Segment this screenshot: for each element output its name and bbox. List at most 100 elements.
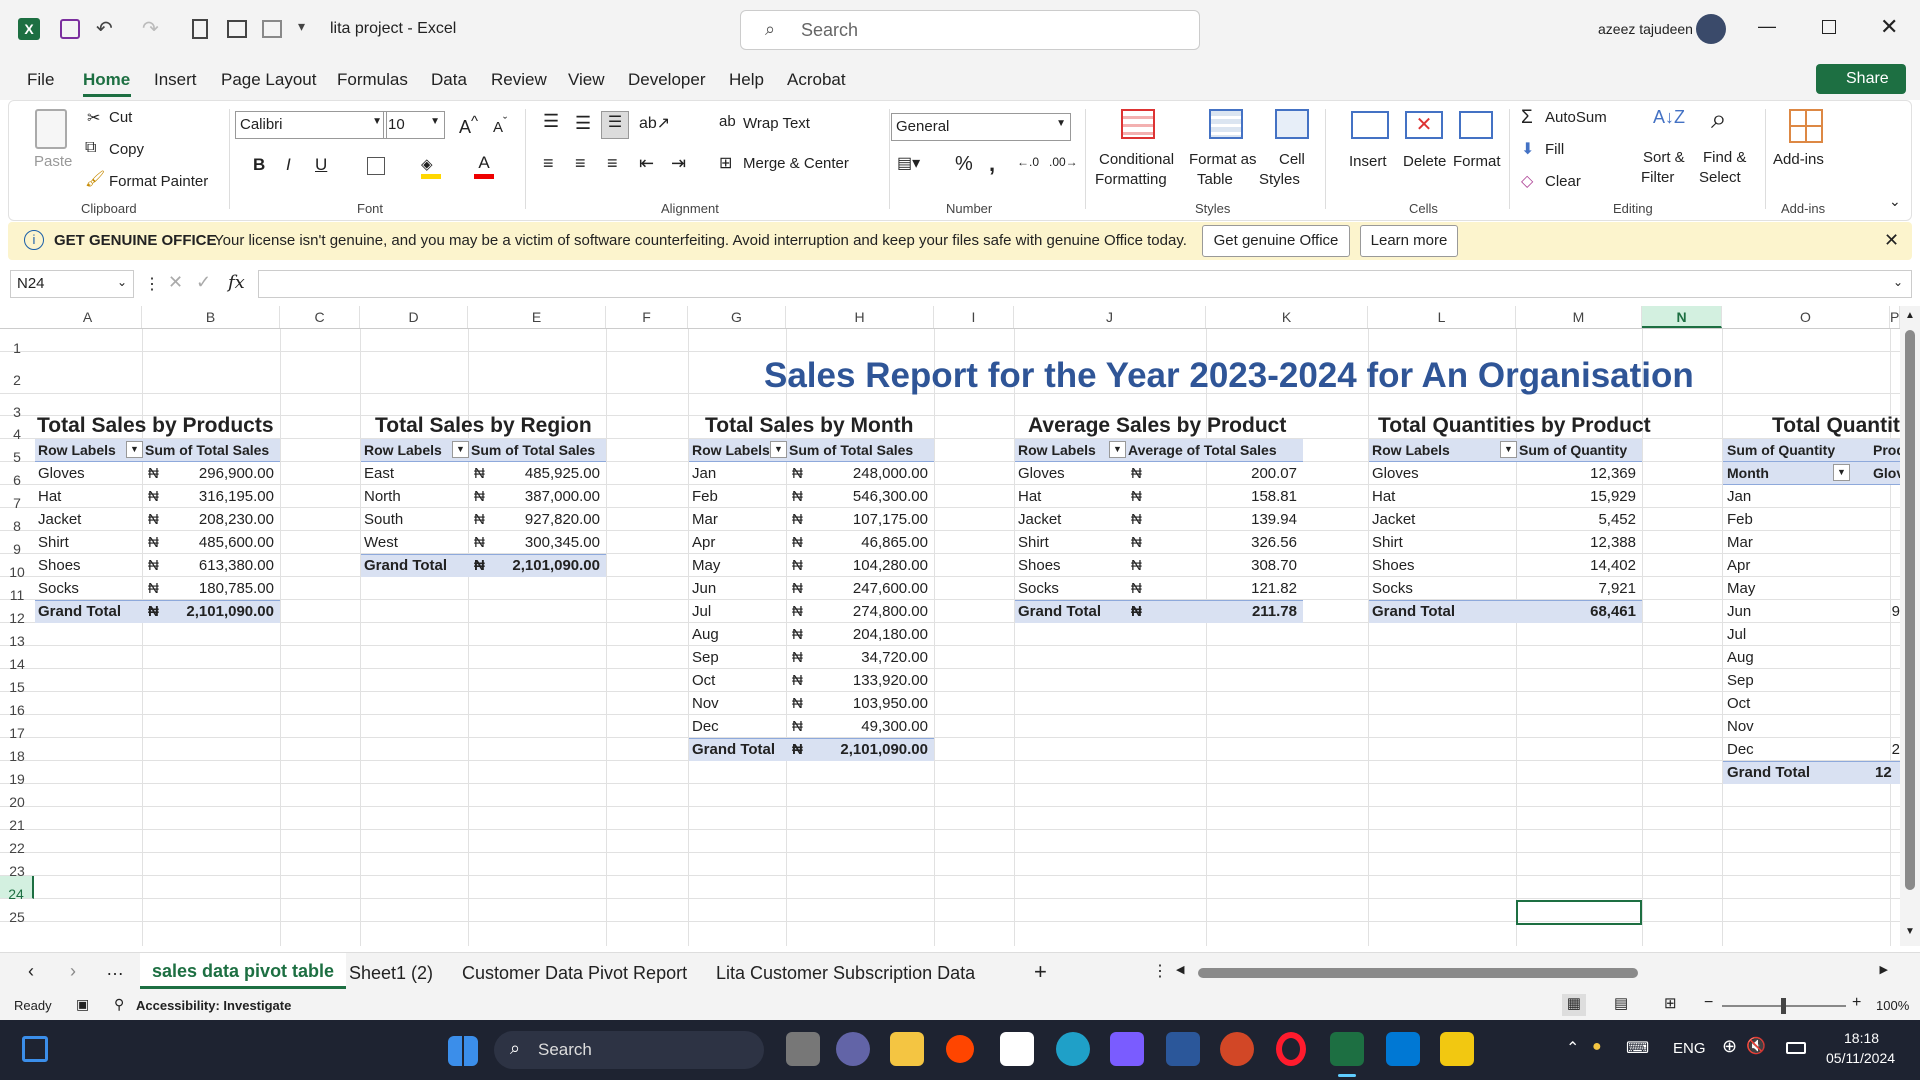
row-header-15[interactable]: 15 bbox=[0, 669, 34, 695]
pivot-row-value[interactable]: 247,600.00 bbox=[786, 577, 928, 600]
pivot-row-label[interactable]: Jul bbox=[692, 600, 783, 623]
pivot-row-value[interactable]: 158.81 bbox=[1125, 485, 1297, 508]
normal-view-icon[interactable]: ▦ bbox=[1562, 994, 1586, 1016]
next-sheet-icon[interactable]: › bbox=[70, 961, 76, 982]
pivot-row-label[interactable]: South bbox=[364, 508, 465, 531]
word-icon[interactable] bbox=[1166, 1032, 1200, 1066]
format-as-table-icon[interactable] bbox=[1209, 109, 1243, 139]
pivot-row-label[interactable]: Jacket bbox=[1018, 508, 1122, 531]
pivot-row-value[interactable]: 133,920.00 bbox=[786, 669, 928, 692]
pivot-row-value-partial[interactable]: 9 bbox=[1880, 600, 1900, 623]
powerpoint-icon[interactable] bbox=[1220, 1032, 1254, 1066]
scrollbar-thumb[interactable] bbox=[1905, 330, 1915, 890]
share-button[interactable]: Share bbox=[1816, 64, 1906, 94]
pivot-row-label[interactable]: Jun bbox=[692, 577, 783, 600]
pivot-row-label[interactable]: Jan bbox=[692, 462, 783, 485]
collapse-ribbon-icon[interactable]: ⌄ bbox=[1889, 193, 1901, 210]
pivot-row-value[interactable]: 14,402 bbox=[1516, 554, 1636, 577]
insert-cells-button[interactable]: Insert bbox=[1349, 153, 1387, 170]
pivot-row-label[interactable]: Dec bbox=[692, 715, 783, 738]
pivot-row-value[interactable]: 104,280.00 bbox=[786, 554, 928, 577]
form-icon[interactable] bbox=[227, 20, 247, 38]
menu-insert[interactable]: Insert bbox=[154, 70, 197, 90]
wrap-text-button[interactable]: Wrap Text bbox=[743, 115, 810, 132]
row-header-6[interactable]: 6 bbox=[0, 462, 34, 488]
delete-cells-icon[interactable]: ✕ bbox=[1405, 111, 1443, 139]
keyboard-icon[interactable]: ⌨ bbox=[1626, 1038, 1649, 1058]
bold-button[interactable]: B bbox=[253, 155, 265, 175]
battery-icon[interactable] bbox=[1786, 1042, 1806, 1054]
menu-home[interactable]: Home bbox=[83, 70, 130, 90]
pivot-row-label[interactable]: Mar bbox=[692, 508, 783, 531]
pivot-row-label[interactable]: Shoes bbox=[38, 554, 139, 577]
learn-more-button[interactable]: Learn more bbox=[1360, 225, 1458, 257]
pivot-row-label[interactable]: Apr bbox=[692, 531, 783, 554]
row-header-12[interactable]: 12 bbox=[0, 600, 34, 626]
pivot-row-label[interactable]: Oct bbox=[1727, 692, 1847, 715]
tray-app-icon[interactable]: ● bbox=[1592, 1038, 1602, 1056]
merge-center-button[interactable]: Merge & Center bbox=[743, 155, 849, 172]
pivot-row-label[interactable]: Aug bbox=[692, 623, 783, 646]
sheet-tab[interactable]: Customer Data Pivot Report bbox=[462, 963, 687, 984]
excel-taskbar-icon[interactable] bbox=[1330, 1032, 1364, 1066]
pivot-row-label[interactable]: Sep bbox=[1727, 669, 1847, 692]
insert-cells-icon[interactable] bbox=[1351, 111, 1389, 139]
row-header-2[interactable]: 2 bbox=[0, 352, 34, 394]
pivot-row-label[interactable]: Aug bbox=[1727, 646, 1847, 669]
opera-icon[interactable] bbox=[1276, 1032, 1306, 1066]
row-header-7[interactable]: 7 bbox=[0, 485, 34, 511]
teams-icon[interactable] bbox=[836, 1032, 870, 1066]
delete-cells-button[interactable]: Delete bbox=[1403, 153, 1446, 170]
pivot-row-value[interactable]: 180,785.00 bbox=[142, 577, 274, 600]
align-middle-icon[interactable]: ☰ bbox=[575, 113, 591, 134]
row-header-5[interactable]: 5 bbox=[0, 439, 34, 465]
volume-icon[interactable]: 🔇 bbox=[1746, 1036, 1766, 1056]
pivot-row-value[interactable]: 485,600.00 bbox=[142, 531, 274, 554]
zoom-slider-thumb[interactable] bbox=[1781, 998, 1786, 1014]
zoom-in-icon[interactable]: + bbox=[1852, 994, 1861, 1012]
decrease-font-icon[interactable]: Aˇ bbox=[493, 115, 507, 136]
minimize-button[interactable]: — bbox=[1758, 16, 1776, 37]
copilot-icon[interactable] bbox=[1110, 1032, 1144, 1066]
autosum-button[interactable]: AutoSum bbox=[1545, 109, 1607, 126]
pivot-row-label[interactable]: Feb bbox=[692, 485, 783, 508]
selected-cell[interactable] bbox=[1516, 900, 1642, 925]
pivot-row-value[interactable]: 12,369 bbox=[1516, 462, 1636, 485]
pivot-row-label[interactable]: Gloves bbox=[1018, 462, 1122, 485]
column-header-e[interactable]: E bbox=[468, 306, 606, 328]
pivot-row-label[interactable]: Gloves bbox=[1372, 462, 1513, 485]
pivot-row-label[interactable]: Shirt bbox=[38, 531, 139, 554]
more-sheets-icon[interactable]: … bbox=[106, 959, 124, 980]
pivot-row-label[interactable]: Gloves bbox=[38, 462, 139, 485]
pivot-row-label[interactable]: Nov bbox=[1727, 715, 1847, 738]
clock-date[interactable]: 05/11/2024 bbox=[1826, 1050, 1895, 1066]
format-painter-button[interactable]: Format Painter bbox=[109, 173, 208, 190]
powerbi-icon[interactable] bbox=[1440, 1032, 1474, 1066]
pivot-row-value[interactable]: 927,820.00 bbox=[468, 508, 600, 531]
pivot-row-label[interactable]: Jacket bbox=[1372, 508, 1513, 531]
customize-toolbar-icon[interactable]: ▾ bbox=[298, 18, 305, 35]
filter-dropdown-icon[interactable]: ▼ bbox=[1109, 441, 1126, 458]
column-header-k[interactable]: K bbox=[1206, 306, 1368, 328]
get-genuine-button[interactable]: Get genuine Office bbox=[1202, 225, 1350, 257]
conditional-formatting-button[interactable]: Conditional bbox=[1099, 151, 1174, 168]
pivot-row-value[interactable]: 200.07 bbox=[1125, 462, 1297, 485]
fill-color-icon[interactable]: ◈ bbox=[421, 155, 441, 179]
column-header-f[interactable]: F bbox=[606, 306, 688, 328]
vscode-icon[interactable] bbox=[1386, 1032, 1420, 1066]
pivot-row-value[interactable]: 15,929 bbox=[1516, 485, 1636, 508]
tray-chevron-icon[interactable]: ⌃ bbox=[1566, 1038, 1579, 1058]
column-header-h[interactable]: H bbox=[786, 306, 934, 328]
cancel-icon[interactable]: ✕ bbox=[168, 272, 183, 293]
pivot-row-label[interactable]: Jun bbox=[1727, 600, 1847, 623]
language-indicator[interactable]: ENG bbox=[1673, 1040, 1706, 1057]
menu-review[interactable]: Review bbox=[491, 70, 547, 90]
pivot-row-label[interactable]: Jul bbox=[1727, 623, 1847, 646]
increase-indent-icon[interactable]: ⇥ bbox=[671, 153, 686, 174]
font-name-select[interactable]: Calibri ▼ bbox=[235, 111, 387, 139]
pivot-row-label[interactable]: Hat bbox=[1372, 485, 1513, 508]
menu-acrobat[interactable]: Acrobat bbox=[787, 70, 846, 90]
file-explorer-icon[interactable] bbox=[890, 1032, 924, 1066]
column-header-d[interactable]: D bbox=[360, 306, 468, 328]
column-header-a[interactable]: A bbox=[34, 306, 142, 328]
